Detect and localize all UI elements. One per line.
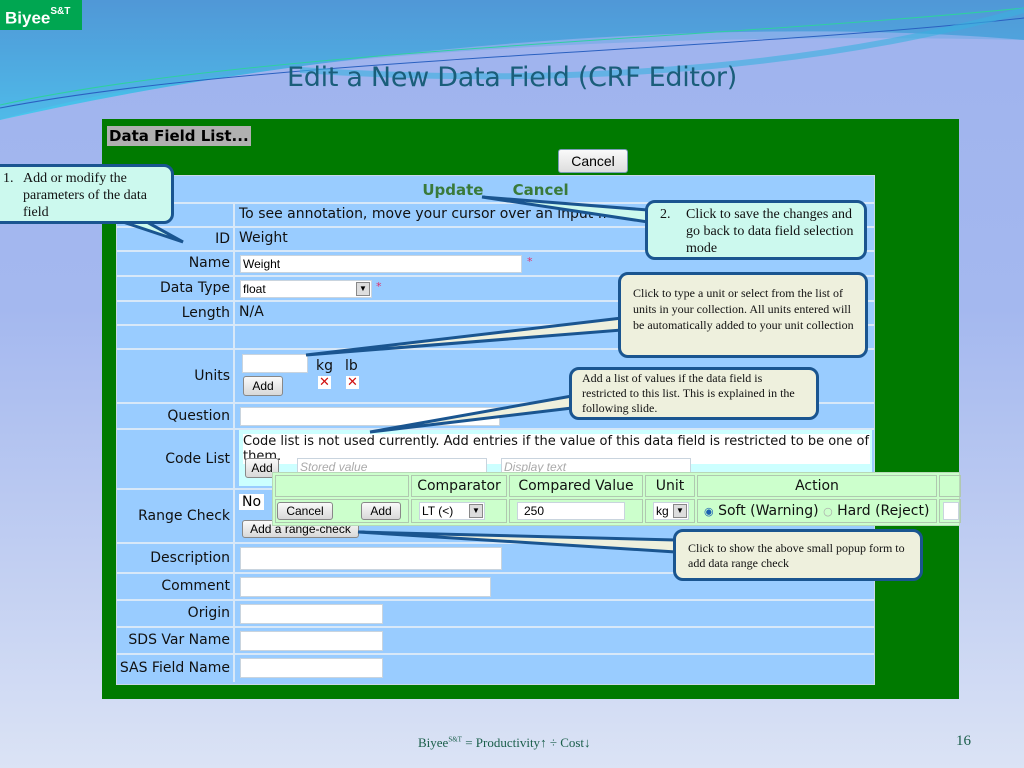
chevron-down-icon[interactable]: ▼ bbox=[673, 504, 687, 518]
comparator-select[interactable]: LT (<) ▼ bbox=[419, 502, 485, 520]
sds-var-name-row: SDS Var Name bbox=[117, 628, 874, 655]
data-type-select[interactable]: float ▼ bbox=[240, 280, 372, 298]
id-label: ID bbox=[117, 228, 235, 250]
footer-tagline: BiyeeS&T = Productivity↑ ÷ Cost↓ bbox=[418, 735, 591, 750]
callout-2: 2. Click to save the changes and go back… bbox=[645, 200, 867, 260]
popup-add-button[interactable]: Add bbox=[361, 502, 401, 520]
compared-value-header: Compared Value bbox=[509, 475, 643, 497]
description-input[interactable] bbox=[240, 547, 502, 570]
data-field-list-link[interactable]: Data Field List... bbox=[107, 126, 251, 146]
unit-header: Unit bbox=[645, 475, 695, 497]
comparator-header: Comparator bbox=[411, 475, 507, 497]
compared-value-input[interactable]: 250 bbox=[517, 502, 625, 520]
range-check-popup: Comparator Compared Value Unit Action Ca… bbox=[272, 472, 961, 526]
slide-title: Edit a New Data Field (CRF Editor) bbox=[287, 62, 737, 93]
name-input[interactable]: Weight bbox=[240, 255, 522, 273]
code-list-label: Code List bbox=[117, 430, 235, 488]
units-add-button[interactable]: Add bbox=[243, 376, 283, 396]
remove-kg-x-icon[interactable]: ✕ bbox=[318, 376, 331, 389]
origin-label: Origin bbox=[117, 601, 235, 626]
action-radio-group: ◉ Soft (Warning) ○ Hard (Reject) bbox=[697, 499, 937, 523]
chevron-down-icon[interactable]: ▼ bbox=[356, 282, 370, 296]
up-arrow-icon: ↑ bbox=[540, 735, 547, 750]
range-check-value: No bbox=[239, 494, 265, 510]
question-label: Question bbox=[117, 404, 235, 428]
sas-field-name-input[interactable] bbox=[240, 658, 383, 678]
unit-item-lb: lb bbox=[345, 358, 358, 374]
id-value: Weight bbox=[239, 230, 288, 246]
units-input[interactable] bbox=[242, 354, 308, 373]
range-check-label: Range Check bbox=[117, 490, 235, 542]
length-value: N/A bbox=[239, 304, 264, 320]
page-number: 16 bbox=[956, 733, 971, 749]
sas-field-name-row: SAS Field Name bbox=[117, 655, 874, 682]
sas-field-name-label: SAS Field Name bbox=[117, 655, 235, 682]
hard-reject-radio[interactable]: ○ bbox=[823, 505, 833, 518]
popup-cancel-button[interactable]: Cancel bbox=[277, 502, 333, 520]
popup-extra-input[interactable] bbox=[943, 502, 959, 520]
remove-lb-x-icon[interactable]: ✕ bbox=[346, 376, 359, 389]
action-header: Action bbox=[697, 475, 937, 497]
biyee-logo: BiyeeS&T bbox=[0, 0, 82, 30]
unit-item-kg: kg bbox=[316, 358, 333, 374]
length-label: Length bbox=[117, 302, 235, 324]
soft-warning-radio[interactable]: ◉ bbox=[704, 505, 714, 518]
callout-1: 1. Add or modify the parameters of the d… bbox=[0, 164, 174, 224]
hint-text: To see annotation, move your cursor over… bbox=[239, 206, 607, 222]
origin-row: Origin bbox=[117, 601, 874, 628]
comment-label: Comment bbox=[117, 574, 235, 599]
name-required-mark: * bbox=[527, 255, 533, 268]
units-label: Units bbox=[117, 350, 235, 402]
chevron-down-icon[interactable]: ▼ bbox=[469, 504, 483, 518]
sds-var-name-label: SDS Var Name bbox=[117, 628, 235, 653]
down-arrow-icon: ↓ bbox=[584, 735, 591, 750]
name-label: Name bbox=[117, 252, 235, 275]
callout-5: Click to show the above small popup form… bbox=[673, 529, 923, 581]
sds-var-name-input[interactable] bbox=[240, 631, 383, 651]
top-cancel-button[interactable]: Cancel bbox=[558, 149, 628, 173]
comment-input[interactable] bbox=[240, 577, 491, 597]
unit-select[interactable]: kg ▼ bbox=[653, 502, 689, 520]
origin-input[interactable] bbox=[240, 604, 383, 624]
divide-icon: ÷ bbox=[549, 735, 557, 750]
callout-3: Click to type a unit or select from the … bbox=[618, 272, 868, 358]
callout-4: Add a list of values if the data field i… bbox=[569, 367, 819, 420]
question-input[interactable] bbox=[240, 407, 500, 426]
data-type-required-mark: * bbox=[376, 280, 382, 293]
description-label: Description bbox=[117, 544, 235, 572]
data-type-label: Data Type bbox=[117, 277, 235, 300]
update-link[interactable]: Update bbox=[422, 181, 483, 199]
header-cancel-link[interactable]: Cancel bbox=[513, 181, 569, 199]
